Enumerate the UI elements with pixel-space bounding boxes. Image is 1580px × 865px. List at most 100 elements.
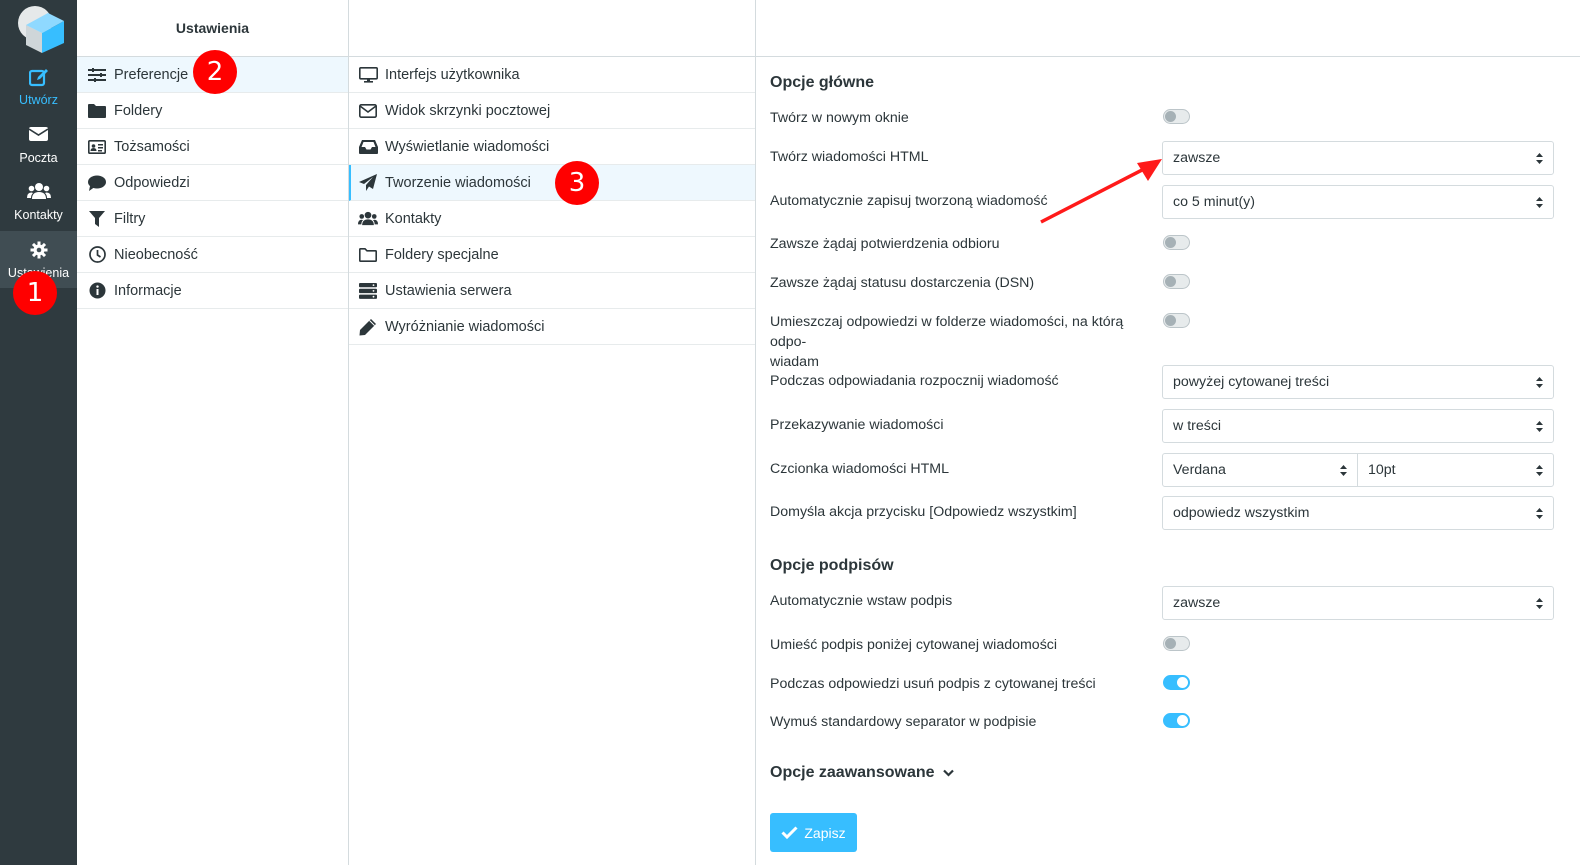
select-arrows-icon bbox=[1340, 465, 1347, 476]
select-font-family[interactable]: Verdana bbox=[1162, 453, 1358, 487]
advanced-options-toggle[interactable]: Opcje zaawansowane bbox=[770, 764, 954, 782]
section-vacation[interactable]: Nieobecność bbox=[77, 237, 348, 273]
select-value: powyżej cytowanej treści bbox=[1173, 374, 1330, 390]
pref-mailbox[interactable]: Widok skrzynki pocztowej bbox=[349, 93, 755, 129]
section-label: Preferencje bbox=[114, 66, 189, 83]
preferences-header bbox=[349, 0, 755, 57]
toggle-reply-same-folder[interactable] bbox=[1163, 313, 1190, 328]
label-sig-below: Umieść podpis poniżej cytowanej wiadomoś… bbox=[770, 637, 1058, 653]
compose-icon bbox=[0, 68, 77, 88]
clock-icon bbox=[87, 245, 107, 265]
compose-settings-panel: Opcje główne Twórz w nowym oknie Twórz w… bbox=[756, 0, 1580, 865]
preferences-sections-list: Interfejs użytkownika Widok skrzynki poc… bbox=[349, 57, 755, 345]
section-label: Odpowiedzi bbox=[114, 174, 190, 191]
select-value: zawsze bbox=[1173, 150, 1221, 166]
pref-mailview[interactable]: Wyświetlanie wiadomości bbox=[349, 129, 755, 165]
nav-contacts-label: Kontakty bbox=[14, 208, 63, 222]
sliders-icon bbox=[87, 65, 107, 85]
toggle-mdn[interactable] bbox=[1163, 235, 1190, 250]
section-about[interactable]: Informacje bbox=[77, 273, 348, 309]
section-signature-title: Opcje podpisów bbox=[770, 557, 894, 574]
select-reply-mode[interactable]: powyżej cytowanej treści bbox=[1162, 365, 1554, 399]
section-filters[interactable]: Filtry bbox=[77, 201, 348, 237]
label-line: wiadam bbox=[770, 354, 819, 370]
preferences-sections-panel: Interfejs użytkownika Widok skrzynki poc… bbox=[349, 0, 756, 865]
select-reply-all[interactable]: odpowiedz wszystkim bbox=[1162, 496, 1554, 530]
select-value: 10pt bbox=[1368, 462, 1396, 478]
section-label: Foldery bbox=[114, 102, 163, 119]
section-responses[interactable]: Odpowiedzi bbox=[77, 165, 348, 201]
section-main-title: Opcje główne bbox=[770, 74, 875, 91]
envelope-outline-icon bbox=[358, 101, 378, 121]
section-label: Nieobecność bbox=[114, 246, 198, 263]
pencil-icon bbox=[358, 317, 378, 337]
select-arrows-icon bbox=[1536, 421, 1543, 432]
label-reply-mode: Podczas odpowiadania rozpocznij wiadomoś… bbox=[770, 373, 1059, 389]
section-folders[interactable]: Foldery bbox=[77, 93, 348, 129]
select-value: co 5 minut(y) bbox=[1173, 194, 1255, 210]
label-dsn: Zawsze żądaj statusu dostarczenia (DSN) bbox=[770, 275, 1035, 291]
select-value: w treści bbox=[1173, 418, 1222, 434]
users-icon bbox=[0, 183, 77, 203]
select-auto-signature[interactable]: zawsze bbox=[1162, 586, 1554, 620]
pref-folders[interactable]: Foldery specjalne bbox=[349, 237, 755, 273]
info-icon bbox=[87, 281, 107, 301]
select-forward[interactable]: w treści bbox=[1162, 409, 1554, 443]
desktop-icon bbox=[358, 65, 378, 85]
pref-label: Widok skrzynki pocztowej bbox=[385, 102, 551, 119]
label-forward: Przekazywanie wiadomości bbox=[770, 417, 944, 433]
folder-icon bbox=[87, 101, 107, 121]
toggle-dsn[interactable] bbox=[1163, 274, 1190, 289]
label-new-window: Twórz w nowym oknie bbox=[770, 110, 909, 126]
label-font: Czcionka wiadomości HTML bbox=[770, 461, 949, 477]
select-autosave[interactable]: co 5 minut(y) bbox=[1162, 185, 1554, 219]
settings-sections-list: Preferencje Foldery Tożsamości Odpowiedz… bbox=[77, 57, 348, 309]
save-button[interactable]: Zapisz bbox=[770, 813, 857, 852]
annotation-badge-2: 2 bbox=[193, 50, 237, 94]
nav-contacts[interactable]: Kontakty bbox=[0, 173, 77, 230]
envelope-icon bbox=[0, 126, 77, 146]
app-logo bbox=[18, 6, 64, 53]
check-icon bbox=[781, 826, 798, 839]
paper-plane-icon bbox=[358, 173, 378, 193]
settings-sections-panel: Ustawienia Preferencje Foldery Tożsamośc… bbox=[77, 0, 349, 865]
label-mdn: Zawsze żądaj potwierdzenia odbioru bbox=[770, 236, 1000, 252]
pref-label: Foldery specjalne bbox=[385, 246, 499, 263]
inbox-icon bbox=[358, 137, 378, 157]
nav-mail-label: Poczta bbox=[19, 151, 58, 165]
label-reply-all: Domyśla akcja przycisku [Odpowiedz wszys… bbox=[770, 504, 1077, 520]
pref-compose[interactable]: Tworzenie wiadomości bbox=[349, 165, 755, 201]
pref-label: Wyróżnianie wiadomości bbox=[385, 318, 545, 335]
pref-general[interactable]: Interfejs użytkownika bbox=[349, 57, 755, 93]
pref-addressbook[interactable]: Kontakty bbox=[349, 201, 755, 237]
select-value: Verdana bbox=[1173, 462, 1226, 478]
pref-label: Kontakty bbox=[385, 210, 442, 227]
toggle-strip-signature[interactable] bbox=[1163, 675, 1190, 690]
annotation-badge-1: 1 bbox=[13, 271, 57, 315]
section-identities[interactable]: Tożsamości bbox=[77, 129, 348, 165]
label-auto-signature: Automatycznie wstaw podpis bbox=[770, 593, 953, 609]
toggle-force-separator[interactable] bbox=[1163, 713, 1190, 728]
toggle-new-window[interactable] bbox=[1163, 109, 1190, 124]
save-label: Zapisz bbox=[804, 824, 846, 841]
comment-icon bbox=[87, 173, 107, 193]
id-card-icon bbox=[87, 137, 107, 157]
nav-compose[interactable]: Utwórz bbox=[0, 58, 77, 115]
gear-icon bbox=[0, 241, 77, 261]
section-label: Informacje bbox=[114, 282, 182, 299]
toggle-sig-below[interactable] bbox=[1163, 636, 1190, 651]
select-font-size[interactable]: 10pt bbox=[1357, 453, 1554, 487]
settings-header: Ustawienia bbox=[77, 0, 348, 57]
pref-server[interactable]: Ustawienia serwera bbox=[349, 273, 755, 309]
folder-outline-icon bbox=[358, 245, 378, 265]
nav-mail[interactable]: Poczta bbox=[0, 116, 77, 173]
select-html-compose[interactable]: zawsze bbox=[1162, 141, 1554, 175]
section-label: Filtry bbox=[114, 210, 146, 227]
pref-highlight[interactable]: Wyróżnianie wiadomości bbox=[349, 309, 755, 345]
annotation-arrow bbox=[1040, 159, 1162, 224]
form-header bbox=[756, 0, 1580, 57]
annotation-badge-3: 3 bbox=[555, 161, 599, 205]
select-arrows-icon bbox=[1536, 197, 1543, 208]
nav-compose-label: Utwórz bbox=[19, 93, 58, 107]
select-arrows-icon bbox=[1536, 598, 1543, 609]
